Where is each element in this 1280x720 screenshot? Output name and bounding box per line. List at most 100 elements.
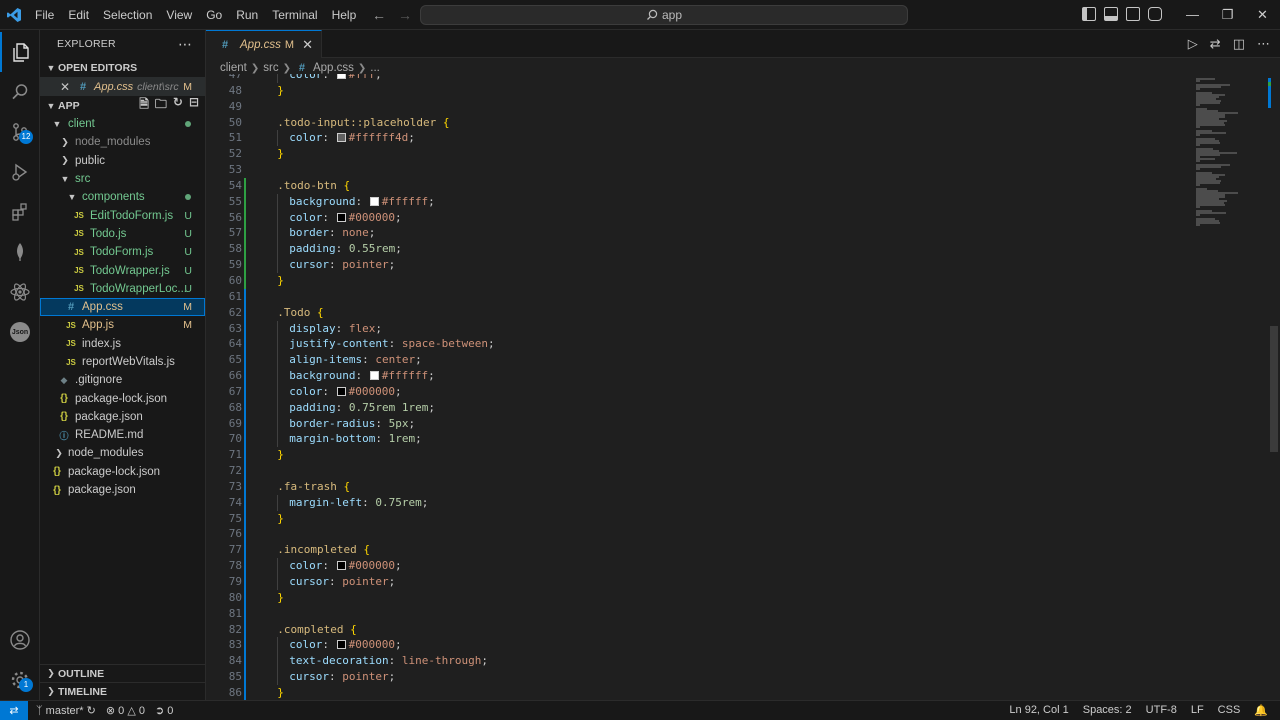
open-changes-icon[interactable]: ⇄ bbox=[1210, 36, 1221, 52]
tab-app-css[interactable]: # App.css M ✕ bbox=[206, 30, 322, 58]
tree-item-index-js[interactable]: JS index.js bbox=[40, 335, 205, 353]
tree-item-app-css[interactable]: # App.css M bbox=[40, 297, 205, 317]
diff-marker[interactable] bbox=[244, 399, 250, 416]
diff-marker[interactable] bbox=[244, 431, 250, 448]
forward-arrow-icon[interactable]: → bbox=[398, 7, 412, 23]
json-extension-icon[interactable]: Json bbox=[0, 312, 40, 352]
line-ending[interactable]: LF bbox=[1191, 704, 1204, 717]
tree-item-client-package-lock[interactable]: {} package-lock.json bbox=[40, 389, 205, 407]
cursor-position[interactable]: Ln 92, Col 1 bbox=[1009, 704, 1068, 717]
back-arrow-icon[interactable]: ← bbox=[372, 7, 386, 23]
menu-selection[interactable]: Selection bbox=[96, 0, 159, 30]
diff-marker[interactable] bbox=[244, 621, 250, 638]
diff-marker[interactable] bbox=[244, 510, 250, 527]
notifications-bell-icon[interactable]: 🔔 bbox=[1254, 704, 1268, 717]
tree-item-gitignore[interactable]: ◆ .gitignore bbox=[40, 371, 205, 389]
diff-marker[interactable] bbox=[244, 684, 250, 700]
diff-marker[interactable] bbox=[244, 115, 250, 131]
breadcrumb-src[interactable]: src bbox=[263, 62, 278, 74]
diff-marker[interactable] bbox=[244, 162, 250, 178]
accounts-icon[interactable] bbox=[0, 620, 40, 660]
menu-view[interactable]: View bbox=[159, 0, 199, 30]
breadcrumb-file[interactable]: App.css bbox=[313, 62, 354, 74]
tree-item-node-modules[interactable]: ❯ node_modules bbox=[40, 133, 205, 151]
diff-marker[interactable] bbox=[244, 637, 250, 654]
diff-marker[interactable] bbox=[244, 558, 250, 574]
open-editors-section[interactable]: ▼ OPEN EDITORS bbox=[40, 58, 205, 77]
menu-terminal[interactable]: Terminal bbox=[265, 0, 324, 30]
diff-marker[interactable] bbox=[244, 99, 250, 115]
remote-indicator-icon[interactable]: ⇄ bbox=[0, 700, 28, 720]
tree-item-root-node-modules[interactable]: ❯ node_modules bbox=[40, 444, 205, 462]
close-window-icon[interactable]: ✕ bbox=[1245, 0, 1280, 30]
diff-marker[interactable] bbox=[244, 526, 250, 543]
diff-marker[interactable] bbox=[244, 241, 250, 258]
search-activity-icon[interactable] bbox=[0, 72, 40, 112]
new-folder-icon[interactable]: 🗀 bbox=[155, 95, 167, 116]
diff-marker[interactable] bbox=[244, 589, 250, 606]
color-swatch-icon[interactable] bbox=[369, 371, 379, 381]
diff-marker[interactable] bbox=[244, 542, 250, 559]
diff-marker[interactable] bbox=[244, 383, 250, 400]
diff-marker[interactable] bbox=[244, 669, 250, 685]
diff-marker[interactable] bbox=[244, 320, 250, 337]
diff-marker[interactable] bbox=[244, 146, 250, 162]
tree-item-src[interactable]: ▼ src bbox=[40, 170, 205, 188]
diff-marker[interactable] bbox=[244, 415, 250, 432]
close-editor-icon[interactable]: ✕ bbox=[60, 80, 76, 94]
refresh-icon[interactable]: ↻ bbox=[173, 95, 183, 116]
tree-item-root-package-json[interactable]: {} package.json bbox=[40, 481, 205, 499]
tree-item-root-package-lock[interactable]: {} package-lock.json bbox=[40, 463, 205, 481]
diff-marker[interactable] bbox=[244, 605, 250, 622]
tree-item-components[interactable]: ▼ components bbox=[40, 188, 205, 206]
diff-marker[interactable] bbox=[244, 272, 250, 289]
diff-marker[interactable] bbox=[244, 463, 250, 479]
toggle-secondary-sidebar-icon[interactable] bbox=[1126, 7, 1140, 21]
diff-marker[interactable] bbox=[244, 288, 250, 305]
run-file-icon[interactable]: ▷ bbox=[1188, 36, 1198, 52]
customize-layout-icon[interactable] bbox=[1148, 7, 1162, 21]
diff-marker[interactable] bbox=[244, 336, 250, 353]
vertical-scrollbar[interactable] bbox=[1268, 78, 1280, 700]
tree-item-public[interactable]: ❯ public bbox=[40, 152, 205, 170]
app-folder-section[interactable]: ▼ APP 🗎 🗀 ↻ ⊟ bbox=[40, 95, 205, 116]
command-center-search[interactable]: app bbox=[420, 5, 908, 25]
color-swatch-icon[interactable] bbox=[336, 561, 346, 571]
diff-marker[interactable] bbox=[244, 209, 250, 226]
color-swatch-icon[interactable] bbox=[369, 196, 379, 206]
menu-help[interactable]: Help bbox=[325, 0, 364, 30]
tree-item-client-package-json[interactable]: {} package.json bbox=[40, 408, 205, 426]
menu-file[interactable]: File bbox=[28, 0, 61, 30]
language-mode[interactable]: CSS bbox=[1218, 704, 1241, 717]
color-swatch-icon[interactable] bbox=[336, 212, 346, 222]
minimize-icon[interactable]: — bbox=[1175, 0, 1210, 30]
encoding[interactable]: UTF-8 bbox=[1146, 704, 1177, 717]
diff-marker[interactable] bbox=[244, 447, 250, 464]
collapse-all-icon[interactable]: ⊟ bbox=[189, 95, 199, 116]
problems-status[interactable]: ⊗ 0 △ 0 bbox=[106, 704, 145, 717]
run-debug-icon[interactable] bbox=[0, 152, 40, 192]
tree-item-reportwebvitals[interactable]: JS reportWebVitals.js bbox=[40, 353, 205, 371]
minimap[interactable] bbox=[1194, 78, 1256, 228]
timeline-section[interactable]: ❯ TIMELINE bbox=[40, 682, 206, 700]
close-tab-icon[interactable]: ✕ bbox=[302, 37, 313, 53]
diff-marker[interactable] bbox=[244, 130, 250, 146]
mongodb-leaf-icon[interactable] bbox=[0, 232, 40, 272]
toggle-panel-icon[interactable] bbox=[1104, 7, 1118, 21]
more-editor-actions-icon[interactable]: ⋯ bbox=[1257, 36, 1270, 52]
react-atom-icon[interactable] bbox=[0, 272, 40, 312]
diff-marker[interactable] bbox=[244, 304, 250, 321]
ports-status[interactable]: ➲ 0 bbox=[155, 704, 173, 717]
tree-item-todowrapper[interactable]: JS TodoWrapper.js U bbox=[40, 261, 205, 279]
scrollbar-thumb[interactable] bbox=[1270, 326, 1278, 452]
tree-item-client[interactable]: ▼ client bbox=[40, 115, 205, 133]
diff-marker[interactable] bbox=[244, 83, 250, 99]
breadcrumb-symbol[interactable]: ... bbox=[370, 62, 380, 74]
breadcrumb-client[interactable]: client bbox=[220, 62, 247, 74]
diff-marker[interactable] bbox=[244, 257, 250, 273]
tree-item-edittodoform[interactable]: JS EditTodoForm.js U bbox=[40, 206, 205, 224]
open-editor-item[interactable]: ✕ # App.css client\src M bbox=[40, 77, 205, 96]
new-file-icon[interactable]: 🗎 bbox=[139, 95, 149, 116]
maximize-icon[interactable]: ❐ bbox=[1210, 0, 1245, 30]
indentation[interactable]: Spaces: 2 bbox=[1083, 704, 1132, 717]
